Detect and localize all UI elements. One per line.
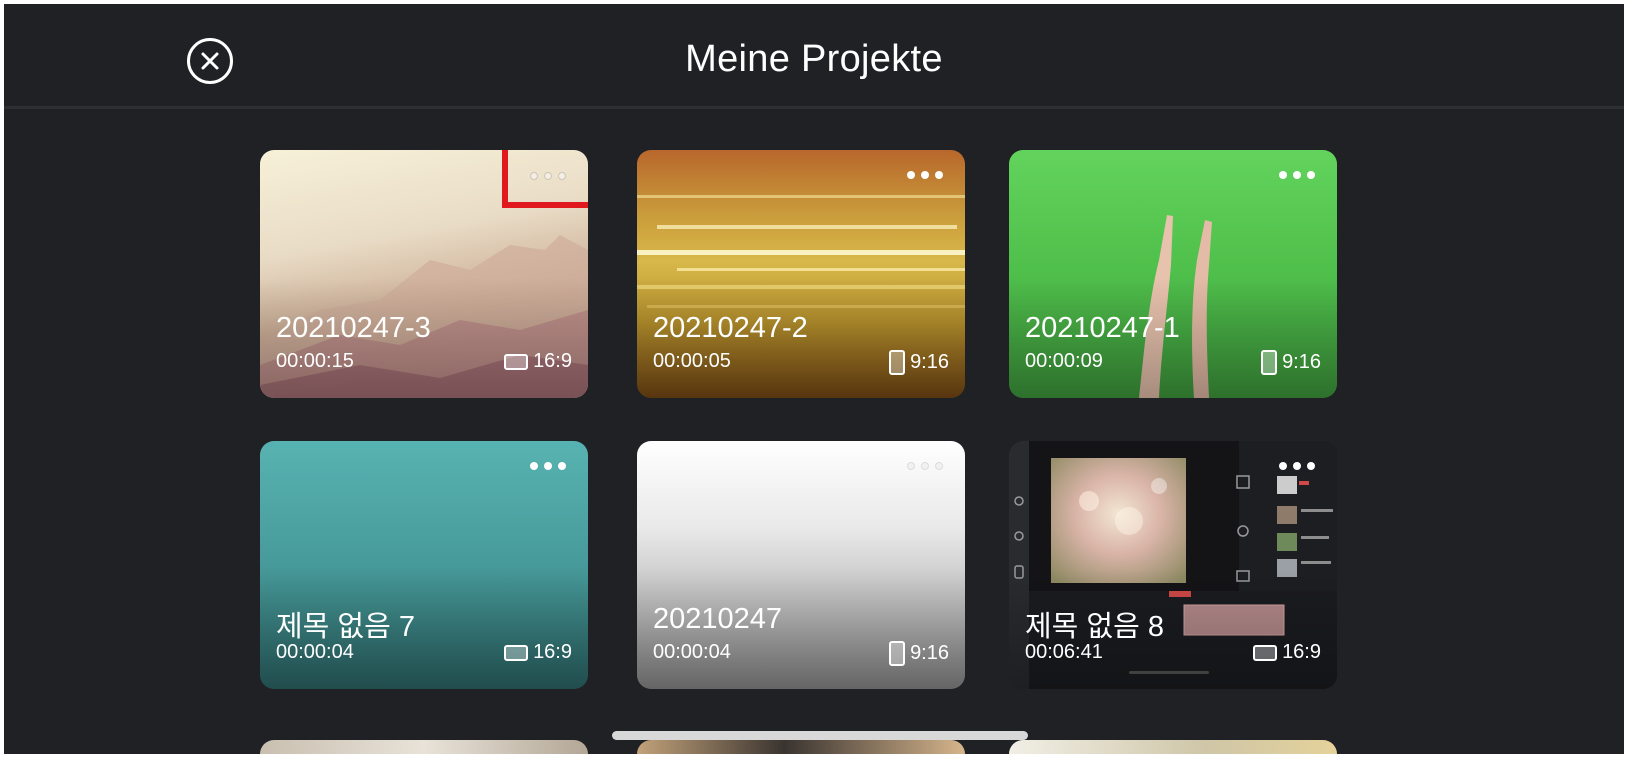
more-horizontal-icon: [558, 462, 566, 470]
project-duration: 00:00:09: [1025, 350, 1103, 372]
more-horizontal-icon: [530, 172, 538, 180]
more-horizontal-icon: [544, 462, 552, 470]
project-name: 제목 없음 7: [276, 611, 415, 643]
project-duration: 00:00:04: [653, 641, 731, 663]
project-duration: 00:00:04: [276, 641, 354, 663]
project-card[interactable]: 20210247 00:00:04 9:16: [637, 441, 965, 689]
more-horizontal-icon: [1293, 462, 1301, 470]
aspect-ratio: 9:16: [1261, 350, 1321, 375]
landscape-ratio-icon: [1253, 644, 1278, 661]
project-name: 제목 없음 8: [1025, 611, 1164, 643]
more-horizontal-icon: [921, 462, 929, 470]
scroll-indicator[interactable]: [612, 731, 1028, 740]
more-options-button[interactable]: [899, 455, 951, 477]
project-card[interactable]: 제목 없음 7 00:00:04 16:9: [260, 441, 588, 689]
more-horizontal-icon: [907, 171, 915, 179]
more-options-button[interactable]: [899, 164, 951, 186]
more-options-button[interactable]: [502, 150, 588, 208]
more-horizontal-icon: [558, 172, 566, 180]
header-bar: Meine Projekte: [4, 4, 1624, 109]
project-card[interactable]: 제목 없음 8 00:06:41 16:9: [1009, 441, 1337, 689]
aspect-ratio-label: 9:16: [1282, 351, 1321, 373]
aspect-ratio: 16:9: [504, 641, 572, 664]
aspect-ratio-label: 16:9: [533, 641, 572, 663]
aspect-ratio-label: 16:9: [533, 350, 572, 372]
more-options-button[interactable]: [1271, 455, 1323, 477]
projects-screen: Meine Projekte 20210247-3 00:00:15 16:9: [4, 4, 1624, 754]
project-card[interactable]: [260, 740, 588, 754]
aspect-ratio: 16:9: [1253, 641, 1321, 664]
portrait-ratio-icon: [889, 641, 906, 666]
landscape-ratio-icon: [504, 353, 529, 370]
more-options-button[interactable]: [522, 455, 574, 477]
more-horizontal-icon: [921, 171, 929, 179]
project-name: 20210247-2: [653, 312, 808, 344]
project-duration: 00:00:05: [653, 350, 731, 372]
portrait-ratio-icon: [1261, 350, 1278, 375]
project-name: 20210247-1: [1025, 312, 1180, 344]
project-name: 20210247: [653, 603, 783, 635]
landscape-ratio-icon: [504, 644, 529, 661]
project-duration: 00:00:15: [276, 350, 354, 372]
more-horizontal-icon: [1279, 462, 1287, 470]
aspect-ratio-label: 16:9: [1282, 641, 1321, 663]
project-duration: 00:06:41: [1025, 641, 1103, 663]
more-horizontal-icon: [544, 172, 552, 180]
more-horizontal-icon: [530, 462, 538, 470]
aspect-ratio: 16:9: [504, 350, 572, 373]
project-card[interactable]: 20210247-1 00:00:09 9:16: [1009, 150, 1337, 398]
portrait-ratio-icon: [889, 350, 906, 375]
project-card[interactable]: 20210247-3 00:00:15 16:9: [260, 150, 588, 398]
aspect-ratio-label: 9:16: [910, 351, 949, 373]
more-horizontal-icon: [935, 462, 943, 470]
more-horizontal-icon: [1307, 462, 1315, 470]
more-horizontal-icon: [1279, 171, 1287, 179]
aspect-ratio-label: 9:16: [910, 642, 949, 664]
more-horizontal-icon: [1293, 171, 1301, 179]
more-horizontal-icon: [1307, 171, 1315, 179]
aspect-ratio: 9:16: [889, 641, 949, 666]
more-horizontal-icon: [907, 462, 915, 470]
project-card[interactable]: [1009, 740, 1337, 754]
project-name: 20210247-3: [276, 312, 431, 344]
more-options-button[interactable]: [1271, 164, 1323, 186]
project-card[interactable]: 20210247-2 00:00:05 9:16: [637, 150, 965, 398]
aspect-ratio: 9:16: [889, 350, 949, 375]
more-horizontal-icon: [935, 171, 943, 179]
project-card[interactable]: [637, 740, 965, 754]
page-title: Meine Projekte: [685, 38, 943, 80]
